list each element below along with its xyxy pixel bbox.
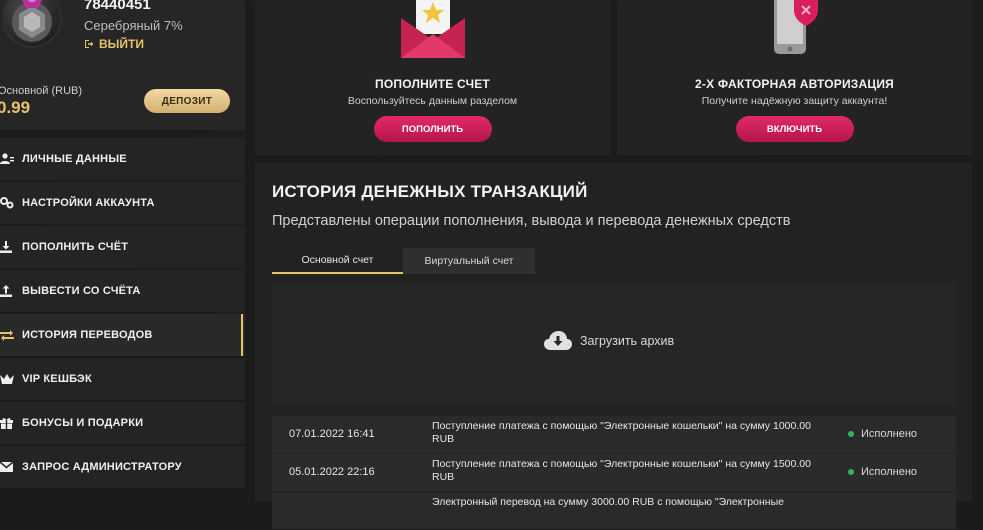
transfer-icon <box>0 329 22 341</box>
logout-link[interactable]: ВЫЙТИ <box>84 37 144 51</box>
deposit-card-title: ПОПОЛНИТЕ СЧЕТ <box>375 77 490 91</box>
sidebar-item-label: ЗАПРОС АДМИНИСТРАТОРУ <box>22 461 182 473</box>
sidebar-item-transfer-history[interactable]: ИСТОРИЯ ПЕРЕВОДОВ <box>0 314 245 356</box>
download-icon <box>0 241 22 253</box>
sidebar-item-vip-cashback[interactable]: VIP КЕШБЭК <box>0 358 245 400</box>
balance-label: Основной (RUB) <box>0 85 83 97</box>
twofa-card-title: 2-Х ФАКТОРНАЯ АВТОРИЗАЦИЯ <box>695 77 894 91</box>
deposit-promo-card: ПОПОЛНИТЕ СЧЕТ Воспользуйтесь данным раз… <box>255 0 610 155</box>
phone-shield-icon <box>773 0 818 54</box>
tx-status: Исполнено <box>848 428 917 440</box>
status-dot <box>848 469 854 475</box>
page-subtitle: Представлены операции пополнения, вывода… <box>272 213 791 229</box>
tx-status-label: Исполнено <box>861 428 918 440</box>
upload-icon <box>0 285 22 297</box>
sidebar: 78440451 Серебряный 7% ВЫЙТИ Основной (R… <box>0 0 245 502</box>
tx-date: 07.01.2022 16:41 <box>289 428 375 440</box>
tab-main-account[interactable]: Основной счет <box>272 248 403 274</box>
user-id: 78440451 <box>84 0 151 13</box>
table-row: 07.01.2022 16:41 Поступление платежа с п… <box>272 416 956 453</box>
archive-label: Загрузить архив <box>580 334 675 348</box>
tx-date: 05.01.2022 22:16 <box>289 466 375 478</box>
user-icon <box>0 153 22 165</box>
sidebar-item-label: ПОПОЛНИТЬ СЧЁТ <box>22 241 129 253</box>
sidebar-item-withdraw[interactable]: ВЫВЕСТИ СО СЧЁТА <box>0 270 245 312</box>
tx-description: Электронный перевод на сумму 3000.00 RUB… <box>432 496 784 508</box>
crown-icon <box>0 373 22 385</box>
sidebar-item-personal-data[interactable]: ЛИЧНЫЕ ДАННЫЕ <box>0 138 245 180</box>
settings-icon <box>0 197 22 209</box>
table-row: Электронный перевод на сумму 3000.00 RUB… <box>272 492 956 529</box>
silver-medal-icon <box>12 0 52 42</box>
mail-icon <box>0 462 22 472</box>
status-dot <box>848 431 854 437</box>
sidebar-item-bonuses[interactable]: БОНУСЫ И ПОДАРКИ <box>0 402 245 444</box>
user-level: Серебряный 7% <box>84 18 183 33</box>
sidebar-item-account-settings[interactable]: НАСТРОЙКИ АККАУНТА <box>0 182 245 224</box>
sidebar-item-label: НАСТРОЙКИ АККАУНТА <box>22 197 155 209</box>
account-tabs: Основной счет Виртуальный счет <box>272 248 535 274</box>
topup-button[interactable]: ПОПОЛНИТЬ <box>373 116 492 142</box>
avatar <box>2 0 62 48</box>
page-title: ИСТОРИЯ ДЕНЕЖНЫХ ТРАНЗАКЦИЙ <box>272 182 588 201</box>
sidebar-item-label: ЛИЧНЫЕ ДАННЫЕ <box>22 153 127 165</box>
gift-icon <box>0 417 22 429</box>
sidebar-item-label: ИСТОРИЯ ПЕРЕВОДОВ <box>22 329 153 341</box>
transaction-history-panel: ИСТОРИЯ ДЕНЕЖНЫХ ТРАНЗАКЦИЙ Представлены… <box>255 162 972 529</box>
deposit-button[interactable]: ДЕПОЗИТ <box>144 89 230 113</box>
sidebar-item-label: VIP КЕШБЭК <box>22 373 92 385</box>
table-row: 05.01.2022 22:16 Поступление платежа с п… <box>272 454 956 491</box>
sidebar-item-admin-request[interactable]: ЗАПРОС АДМИНИСТРАТОРУ <box>0 446 245 488</box>
twofa-card-subtitle: Получите надёжную защиту аккаунта! <box>701 95 888 107</box>
sidebar-item-label: БОНУСЫ И ПОДАРКИ <box>22 417 144 429</box>
archive-area: Загрузить архив <box>272 282 956 406</box>
envelope-star-icon <box>400 0 465 58</box>
tab-virtual-account[interactable]: Виртуальный счет <box>403 248 535 274</box>
tx-status: Исполнено <box>848 466 917 478</box>
sidebar-item-deposit[interactable]: ПОПОЛНИТЬ СЧЁТ <box>0 226 245 268</box>
twofa-promo-card: 2-Х ФАКТОРНАЯ АВТОРИЗАЦИЯ Получите надёж… <box>617 0 972 155</box>
cloud-download-icon <box>544 331 572 350</box>
transactions-table: 07.01.2022 16:41 Поступление платежа с п… <box>272 416 956 530</box>
account-menu: ЛИЧНЫЕ ДАННЫЕ НАСТРОЙКИ АККАУНТА ПОПОЛНИ… <box>0 138 245 490</box>
deposit-card-subtitle: Воспользуйтесь данным разделом <box>347 95 518 107</box>
sidebar-item-label: ВЫВЕСТИ СО СЧЁТА <box>22 285 141 297</box>
download-archive-button[interactable]: Загрузить архив <box>544 331 674 351</box>
logout-label: ВЫЙТИ <box>99 37 144 51</box>
tx-description: Поступление платежа с помощью "Электронн… <box>432 458 811 483</box>
profile-card: 78440451 Серебряный 7% ВЫЙТИ Основной (R… <box>0 0 245 130</box>
enable-2fa-button[interactable]: ВКЛЮЧИТЬ <box>735 116 854 142</box>
tx-status-label: Исполнено <box>861 466 918 478</box>
tx-description: Поступление платежа с помощью "Электронн… <box>432 420 811 445</box>
logout-icon <box>85 40 94 48</box>
balance-value: 0.99 <box>0 98 31 117</box>
